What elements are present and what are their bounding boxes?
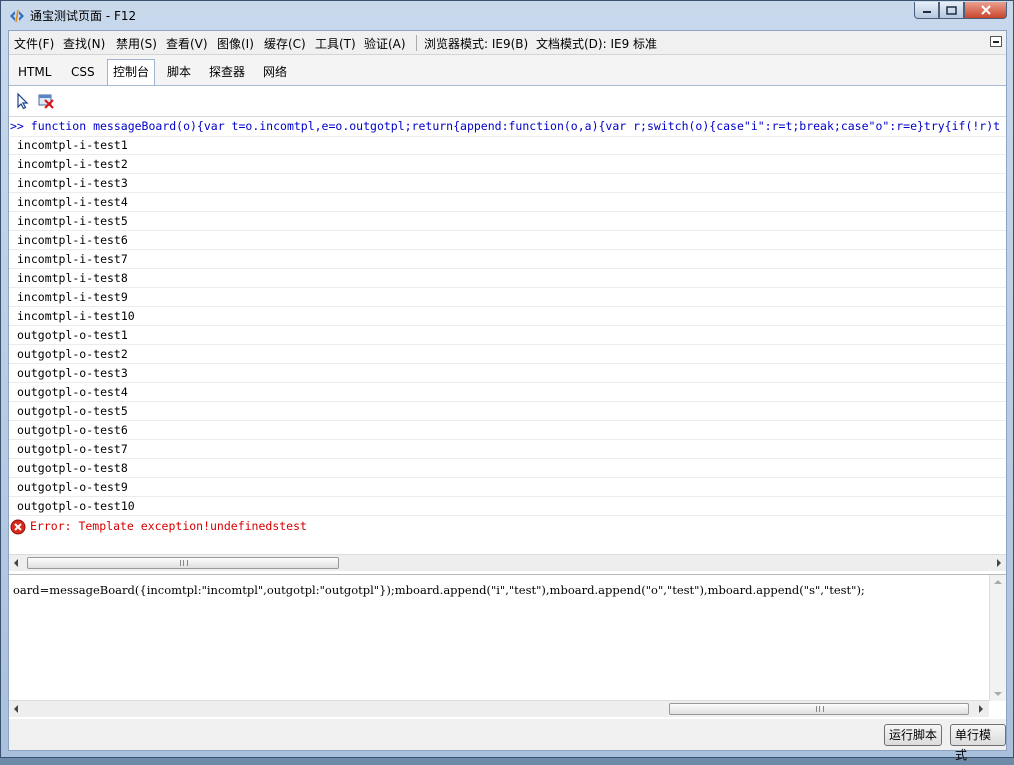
tab-script[interactable]: 脚本 — [162, 61, 196, 83]
document-mode-menu[interactable]: 文档模式(D): IE9 标准 — [536, 35, 657, 52]
console-output-row: outgotpl-o-test9 — [9, 478, 1006, 497]
console-output-row: incomtpl-i-test2 — [9, 155, 1006, 174]
console-output-row: incomtpl-i-test7 — [9, 250, 1006, 269]
scrollbar-thumb[interactable] — [669, 703, 969, 715]
scroll-up-icon[interactable] — [994, 580, 1002, 584]
run-script-button[interactable]: 运行脚本 — [884, 724, 943, 746]
menu-file[interactable]: 文件(F) — [14, 35, 54, 52]
error-icon — [10, 519, 26, 534]
console-output-row: incomtpl-i-test10 — [9, 307, 1006, 326]
console-output-row: outgotpl-o-test5 — [9, 402, 1006, 421]
minimize-pane-icon[interactable] — [990, 36, 1002, 47]
console-output-row: incomtpl-i-test3 — [9, 174, 1006, 193]
console-output-row: incomtpl-i-test1 — [9, 136, 1006, 155]
script-input-text[interactable]: oard=messageBoard({incomtpl:"incomtpl",o… — [13, 583, 983, 597]
console-output[interactable]: >> function messageBoard(o){var t=o.inco… — [9, 117, 1006, 554]
console-output-row: incomtpl-i-test8 — [9, 269, 1006, 288]
tab-bar: HTML CSS 控制台 脚本 探查器 网络 — [9, 55, 1006, 86]
console-output-row: outgotpl-o-test3 — [9, 364, 1006, 383]
menu-disable[interactable]: 禁用(S) — [116, 35, 157, 52]
console-output-row: outgotpl-o-test4 — [9, 383, 1006, 402]
scrollbar-thumb[interactable] — [27, 557, 339, 569]
console-button-bar: 运行脚本 单行模式 — [9, 719, 1006, 762]
maximize-icon — [946, 5, 957, 15]
input-horizontal-scrollbar[interactable] — [9, 700, 989, 717]
menu-find[interactable]: 查找(N) — [63, 35, 105, 52]
console-output-row: incomtpl-i-test6 — [9, 231, 1006, 250]
script-input-area[interactable]: oard=messageBoard({incomtpl:"incomtpl",o… — [9, 574, 1006, 701]
menu-view[interactable]: 查看(V) — [166, 35, 208, 52]
console-output-row: outgotpl-o-test6 — [9, 421, 1006, 440]
window-title: 通宝测试页面 - F12 — [30, 9, 137, 23]
maximize-button[interactable] — [939, 2, 964, 19]
console-output-row: outgotpl-o-test2 — [9, 345, 1006, 364]
console-output-row: incomtpl-i-test9 — [9, 288, 1006, 307]
input-vertical-scrollbar[interactable] — [989, 575, 1006, 701]
close-button[interactable] — [964, 2, 1007, 19]
tab-html[interactable]: HTML — [13, 61, 56, 83]
clear-console-icon[interactable] — [37, 92, 55, 110]
console-toolbar — [9, 86, 1006, 117]
console-horizontal-scrollbar[interactable] — [9, 554, 1006, 571]
console-output-row: outgotpl-o-test8 — [9, 459, 1006, 478]
devtools-client-area: 文件(F) 查找(N) 禁用(S) 查看(V) 图像(I) 缓存(C) 工具(T… — [8, 30, 1007, 762]
tab-console[interactable]: 控制台 — [107, 59, 156, 85]
console-output-row: outgotpl-o-test10 — [9, 497, 1006, 516]
menu-tools[interactable]: 工具(T) — [315, 35, 356, 52]
menu-bar: 文件(F) 查找(N) 禁用(S) 查看(V) 图像(I) 缓存(C) 工具(T… — [9, 31, 1006, 55]
scroll-left-icon[interactable] — [14, 705, 18, 713]
devtools-window: 通宝测试页面 - F12 文件(F) 查找(N) 禁用(S) 查看(V) 图像(… — [0, 0, 1014, 762]
tab-css[interactable]: CSS — [66, 61, 100, 83]
menu-cache[interactable]: 缓存(C) — [264, 35, 306, 52]
error-message: Error: Template exception!undefinedstest — [30, 519, 307, 533]
console-output-row: incomtpl-i-test4 — [9, 193, 1006, 212]
console-error-row: Error: Template exception!undefinedstest — [9, 516, 1006, 536]
pointer-select-icon[interactable] — [14, 92, 32, 110]
tab-network[interactable]: 网络 — [258, 61, 292, 83]
scroll-left-icon[interactable] — [14, 559, 18, 567]
console-output-row: incomtpl-i-test5 — [9, 212, 1006, 231]
menu-separator — [416, 35, 417, 51]
minimize-icon — [922, 11, 931, 13]
single-line-mode-button[interactable]: 单行模式 — [950, 724, 1006, 762]
scroll-right-icon[interactable] — [997, 559, 1001, 567]
title-bar[interactable]: 通宝测试页面 - F12 — [1, 1, 1013, 30]
tab-profiler[interactable]: 探查器 — [204, 61, 250, 83]
minimize-button[interactable] — [914, 2, 939, 19]
console-output-row: outgotpl-o-test7 — [9, 440, 1006, 459]
scroll-down-icon[interactable] — [994, 692, 1002, 696]
menu-validate[interactable]: 验证(A) — [364, 35, 406, 52]
console-command-echo: >> function messageBoard(o){var t=o.inco… — [10, 117, 1006, 137]
browser-mode-menu[interactable]: 浏览器模式: IE9(B) — [424, 35, 528, 52]
devtools-icon — [10, 9, 24, 23]
menu-images[interactable]: 图像(I) — [217, 35, 254, 52]
scroll-right-icon[interactable] — [979, 705, 983, 713]
close-icon — [980, 5, 991, 15]
console-output-row: outgotpl-o-test1 — [9, 326, 1006, 345]
